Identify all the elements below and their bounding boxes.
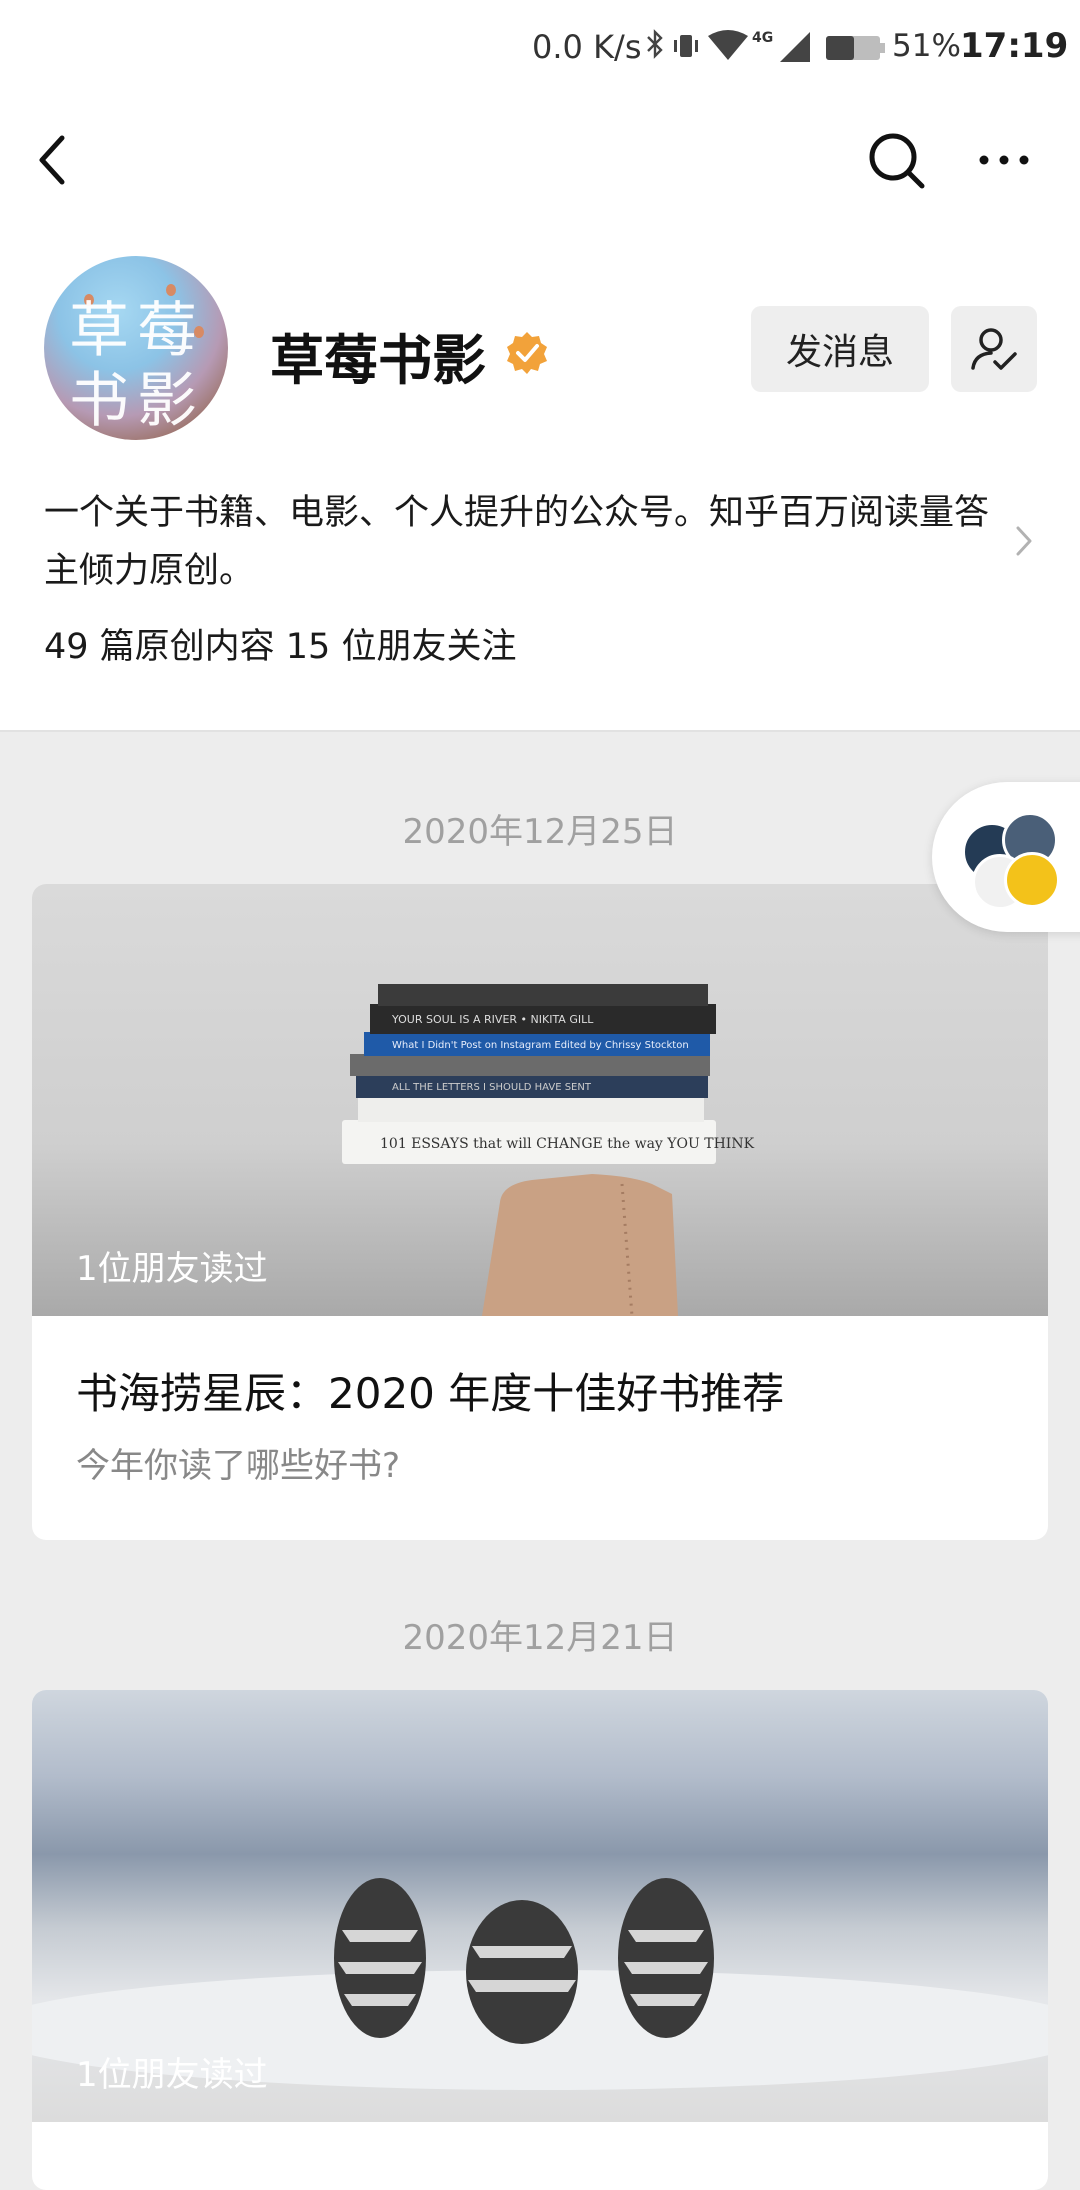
svg-text:YOUR SOUL IS A RIVER • NIKIT: YOUR SOUL IS A RIVER • NIKITA GILL (391, 1013, 594, 1026)
chevron-right-icon[interactable] (1014, 524, 1034, 558)
stacked-avatar (1004, 852, 1060, 908)
bluetooth-icon (647, 29, 663, 59)
friends-read-label: 1位朋友读过 (76, 1249, 268, 1289)
svg-text:ALL THE LETTERS I SHOULD HAVE: ALL THE LETTERS I SHOULD HAVE SENT (392, 1082, 592, 1093)
article-card[interactable]: 1位朋友读过 (32, 1690, 1048, 2190)
avatar-text-bottom: 书影 (69, 366, 205, 436)
article-cover-image[interactable]: 101 ESSAYS that will CHANGE the way YOU … (32, 884, 1048, 1317)
avatar[interactable]: 草莓 书影 (44, 256, 228, 440)
lte-label: 4G (752, 30, 774, 46)
profile-header: 0.0 K/s 4G 51% 17:19 草莓 书影 草莓书影 发消息 一个关于… (0, 0, 1080, 732)
article-date: 2020年12月25日 (402, 812, 678, 852)
send-message-label: 发消息 (785, 332, 894, 373)
account-description[interactable]: 一个关于书籍、电影、个人提升的公众号。知乎百万阅读量答主倾力原创。 (44, 484, 1004, 600)
clock: 17:19 (960, 26, 1069, 66)
article-cover-image[interactable]: 1位朋友读过 (32, 1690, 1048, 2122)
account-name: 草莓书影 (270, 329, 486, 392)
send-message-button[interactable]: 发消息 (751, 306, 929, 392)
article-subtitle: 今年你读了哪些好书? (76, 1446, 401, 1486)
wifi-icon (708, 30, 748, 60)
svg-text:What I Didn't Post on Instagra: What I Didn't Post on Instagram Edited b… (392, 1040, 689, 1051)
friends-read-label: 1位朋友读过 (76, 2055, 268, 2095)
follow-button[interactable] (951, 306, 1037, 392)
back-button[interactable] (30, 128, 80, 192)
status-bar: 0.0 K/s 4G 51% 17:19 (0, 0, 1080, 96)
article-card[interactable]: 101 ESSAYS that will CHANGE the way YOU … (32, 884, 1048, 1540)
battery-percent: 51% (892, 28, 961, 64)
search-icon[interactable] (866, 130, 928, 192)
signal-icon (780, 32, 810, 62)
user-check-icon (971, 328, 1017, 370)
floating-window-tab[interactable] (932, 782, 1080, 932)
vibrate-icon (674, 35, 698, 57)
article-title[interactable]: 书海捞星辰：2020 年度十佳好书推荐 (76, 1360, 784, 1421)
battery-icon (826, 36, 885, 60)
svg-text:101 ESSAYS that will CHANGE th: 101 ESSAYS that will CHANGE the way YOU … (380, 1136, 755, 1152)
account-stats: 49 篇原创内容 15 位朋友关注 (44, 627, 517, 667)
verified-badge-icon (507, 332, 547, 374)
more-dots-icon[interactable] (976, 140, 1032, 180)
network-speed: 0.0 K/s (532, 28, 642, 66)
article-date: 2020年12月21日 (402, 1618, 678, 1658)
